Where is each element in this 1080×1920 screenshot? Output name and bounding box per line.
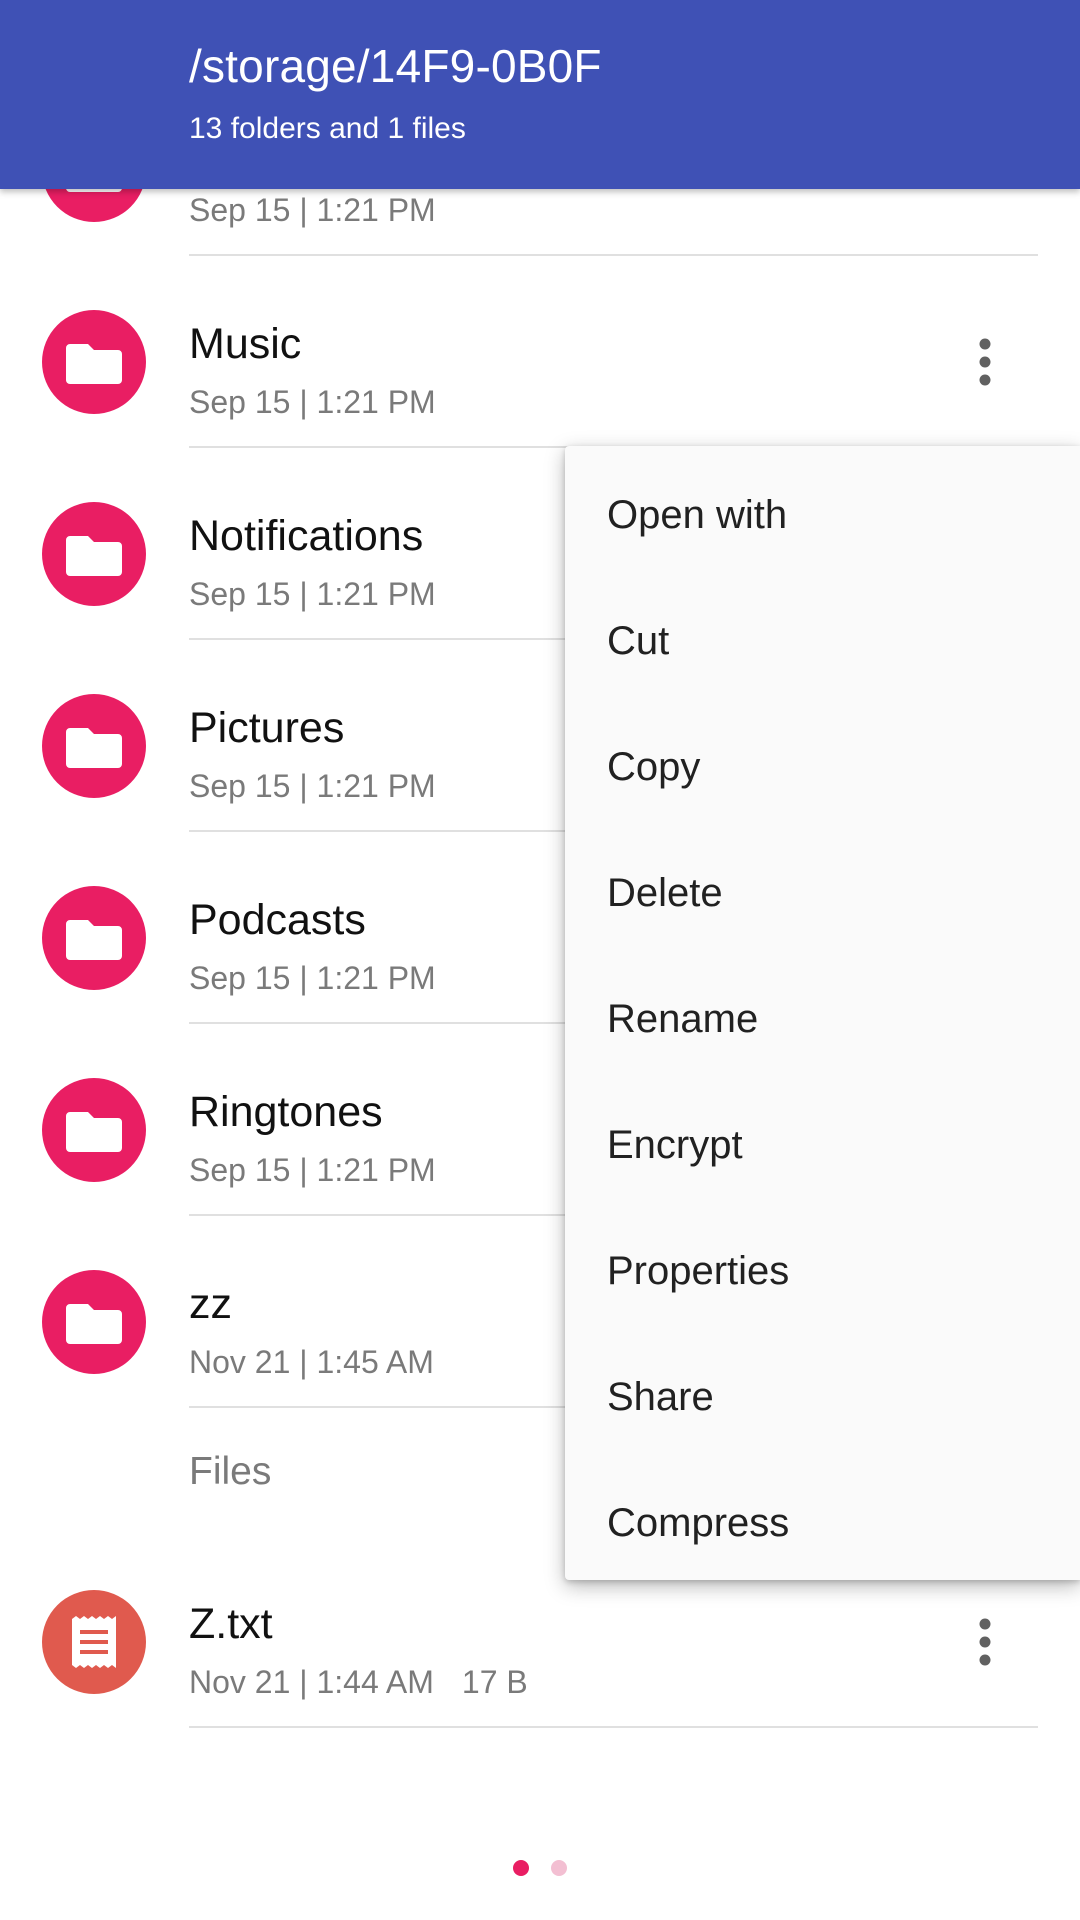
file-size: 17 B — [461, 1664, 528, 1700]
folder-date: Sep 15 | 1:21 PM — [189, 384, 436, 420]
folder-name: Podcasts — [189, 896, 366, 944]
folder-icon — [66, 728, 122, 768]
files-section-label: Files — [189, 1450, 272, 1493]
folder-icon — [66, 344, 122, 384]
menu-item-rename[interactable]: Rename — [565, 956, 1080, 1082]
folder-name: Notifications — [189, 512, 424, 560]
folder-name: Music — [189, 320, 302, 368]
folder-name: Pictures — [189, 704, 345, 752]
folder-icon — [66, 920, 122, 960]
file-avatar — [42, 1590, 146, 1694]
file-name: Z.txt — [189, 1600, 273, 1648]
folder-date: Sep 15 | 1:21 PM — [189, 1152, 436, 1188]
folder-avatar — [42, 1270, 146, 1374]
page-dot-active[interactable] — [513, 1860, 529, 1876]
folder-icon — [66, 536, 122, 576]
page-indicator — [0, 1860, 1080, 1880]
row-divider — [189, 1726, 1038, 1728]
more-options-button[interactable] — [960, 1606, 1010, 1678]
folder-summary: 13 folders and 1 files — [189, 112, 466, 145]
folder-date: Sep 15 | 1:21 PM — [189, 576, 436, 612]
menu-item-delete[interactable]: Delete — [565, 830, 1080, 956]
folder-name: zz — [189, 1280, 232, 1328]
menu-item-compress[interactable]: Compress — [565, 1460, 1080, 1586]
folder-row-music[interactable]: Music Sep 15 | 1:21 PM — [0, 256, 1080, 448]
more-options-button[interactable] — [960, 326, 1010, 398]
folder-date: Sep 15 | 1:21 PM — [189, 192, 436, 228]
folder-avatar — [42, 502, 146, 606]
current-path: /storage/14F9-0B0F — [189, 40, 602, 92]
folder-icon — [66, 1112, 122, 1152]
folder-date: Sep 15 | 1:21 PM — [189, 960, 436, 996]
folder-icon — [66, 1304, 122, 1344]
file-meta: Nov 21 | 1:44 AM 17 B — [189, 1662, 528, 1702]
page-dot[interactable] — [551, 1860, 567, 1876]
menu-item-encrypt[interactable]: Encrypt — [565, 1082, 1080, 1208]
menu-item-properties[interactable]: Properties — [565, 1208, 1080, 1334]
folder-avatar — [42, 886, 146, 990]
folder-avatar — [42, 310, 146, 414]
folder-avatar — [42, 1078, 146, 1182]
text-file-icon — [72, 1616, 116, 1668]
more-vert-icon — [979, 338, 991, 386]
app-bar: /storage/14F9-0B0F 13 folders and 1 file… — [0, 0, 1080, 189]
folder-date: Sep 15 | 1:21 PM — [189, 768, 436, 804]
file-manager-screen: Sep 15 | 1:21 PM Music Sep 15 | 1:21 PM … — [0, 0, 1080, 1920]
context-menu: Open with Cut Copy Delete Rename Encrypt… — [565, 446, 1080, 1580]
menu-item-share[interactable]: Share — [565, 1334, 1080, 1460]
menu-item-copy[interactable]: Copy — [565, 704, 1080, 830]
folder-avatar — [42, 694, 146, 798]
file-date: Nov 21 | 1:44 AM — [189, 1664, 434, 1700]
menu-item-open-with[interactable]: Open with — [565, 452, 1080, 578]
more-vert-icon — [979, 1618, 991, 1666]
folder-date: Nov 21 | 1:45 AM — [189, 1344, 434, 1380]
menu-item-cut[interactable]: Cut — [565, 578, 1080, 704]
folder-name: Ringtones — [189, 1088, 383, 1136]
